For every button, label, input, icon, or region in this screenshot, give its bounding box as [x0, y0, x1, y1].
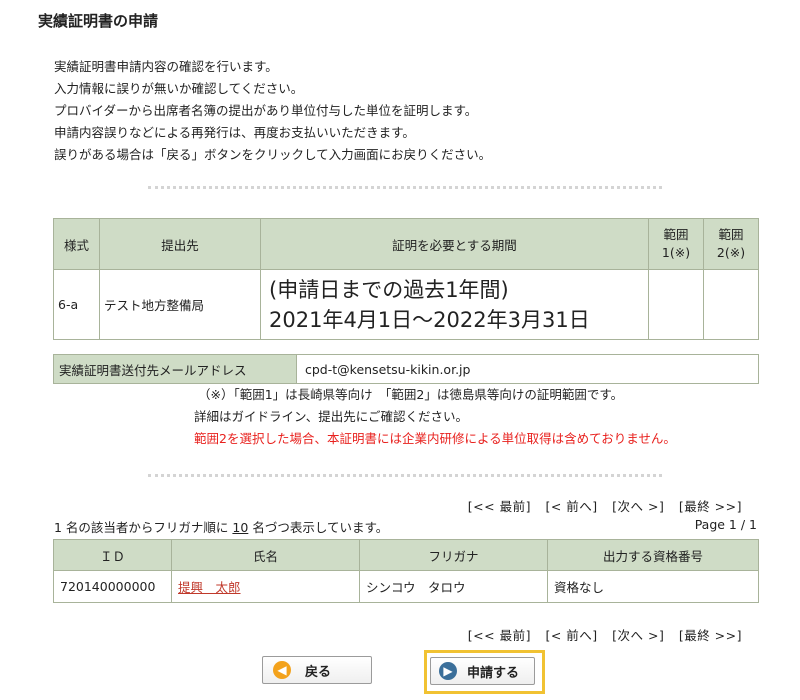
arrow-left-icon: ◀ [273, 661, 291, 679]
form-cell: 6-a [53, 269, 100, 340]
col-period: 証明を必要とする期間 [260, 218, 649, 270]
back-button[interactable]: ◀ 戻る [262, 656, 372, 684]
page-info: Page 1 / 1 [694, 517, 757, 532]
range-note: （※）「範囲1」は長崎県等向け 「範囲2」は徳島県等向けの証明範囲です。 [198, 387, 624, 402]
request-table-header: 様式 提出先 証明を必要とする期間 範囲 1(※) 範囲 2(※) [53, 218, 759, 270]
back-button-label: 戻る [305, 664, 332, 680]
results-table-header: ＩＤ 氏名 フリガナ 出力する資格番号 [53, 539, 759, 571]
intro-line: 誤りがある場合は「戻る」ボタンをクリックして入力画面にお戻りください。 [54, 147, 492, 162]
range2-cell [703, 269, 759, 340]
pager-last-link[interactable]: [最終 >>] [679, 628, 742, 643]
destination-cell: テスト地方整備局 [99, 269, 261, 340]
intro-line: プロバイダーから出席者名簿の提出があり単位付与した単位を証明します。 [54, 103, 478, 118]
col-name: 氏名 [171, 539, 360, 571]
pager-prev-link[interactable]: [< 前へ] [545, 628, 597, 643]
dotted-divider [148, 474, 662, 477]
guideline-note: 詳細はガイドライン、提出先にご確認ください。 [194, 409, 469, 424]
warning-note: 範囲2を選択した場合、本証明書には企業内研修による単位取得は含めておりません。 [194, 431, 676, 446]
pager-next-link[interactable]: [次へ >] [612, 499, 664, 514]
kana-cell: シンコウ タロウ [359, 570, 548, 603]
col-id: ＩＤ [53, 539, 172, 571]
email-value: cpd-t@kensetsu-kikin.or.jp [296, 354, 759, 384]
pager-first-link[interactable]: [<< 最前] [468, 499, 531, 514]
period-line-2: 2021年4月1日～2022年3月31日 [269, 307, 590, 332]
id-cell: 720140000000 [53, 570, 172, 603]
pager-first-link[interactable]: [<< 最前] [468, 628, 531, 643]
request-table: 様式 提出先 証明を必要とする期間 範囲 1(※) 範囲 2(※) 6-a テス… [53, 218, 759, 340]
arrow-right-icon: ▶ [439, 662, 457, 680]
results-summary: 1 名の該当者からフリガナ順に 10 名づつ表示しています。 [54, 517, 388, 536]
results-table: ＩＤ 氏名 フリガナ 出力する資格番号 720140000000 提興 太郎 シ… [53, 539, 759, 603]
dotted-divider [148, 186, 662, 189]
name-link[interactable]: 提興 太郎 [178, 580, 241, 595]
pager-prev-link[interactable]: [< 前へ] [545, 499, 597, 514]
pager-bottom: [<< 最前] [< 前へ] [次へ >] [最終 >>] [458, 625, 742, 644]
intro-line: 入力情報に誤りが無いか確認してください。 [54, 81, 304, 96]
qualification-cell: 資格なし [547, 570, 759, 603]
per-page-count: 10 [232, 520, 249, 535]
pager-next-link[interactable]: [次へ >] [612, 628, 664, 643]
intro-line: 申請内容誤りなどによる再発行は、再度お支払いいただきます。 [54, 125, 415, 140]
col-range1: 範囲 1(※) [648, 218, 704, 270]
col-qualification: 出力する資格番号 [547, 539, 759, 571]
pager-top: [<< 最前] [< 前へ] [次へ >] [最終 >>] [458, 496, 742, 515]
intro-text: 実績証明書申請内容の確認を行います。 入力情報に誤りが無いか確認してください。 … [54, 56, 491, 166]
summary-prefix: 1 名の該当者からフリガナ順に [54, 520, 229, 535]
period-line-1: (申請日までの過去1年間) [269, 277, 509, 302]
period-cell: (申請日までの過去1年間) 2021年4月1日～2022年3月31日 [260, 269, 649, 340]
name-cell: 提興 太郎 [171, 570, 360, 603]
summary-suffix: 名づつ表示しています。 [252, 520, 389, 535]
page-title: 実績証明書の申請 [38, 12, 159, 30]
apply-button[interactable]: ▶ 申請する [430, 657, 535, 685]
col-range2: 範囲 2(※) [703, 218, 759, 270]
pager-last-link[interactable]: [最終 >>] [679, 499, 742, 514]
col-form: 様式 [53, 218, 100, 270]
email-table: 実績証明書送付先メールアドレス cpd-t@kensetsu-kikin.or.… [53, 354, 759, 384]
col-kana: フリガナ [359, 539, 548, 571]
intro-line: 実績証明書申請内容の確認を行います。 [54, 59, 278, 74]
request-table-row: 6-a テスト地方整備局 (申請日までの過去1年間) 2021年4月1日～202… [53, 269, 759, 340]
email-label: 実績証明書送付先メールアドレス [53, 354, 297, 384]
range1-cell [648, 269, 704, 340]
col-destination: 提出先 [99, 218, 261, 270]
table-row: 720140000000 提興 太郎 シンコウ タロウ 資格なし [53, 570, 759, 603]
apply-button-label: 申請する [467, 665, 520, 681]
